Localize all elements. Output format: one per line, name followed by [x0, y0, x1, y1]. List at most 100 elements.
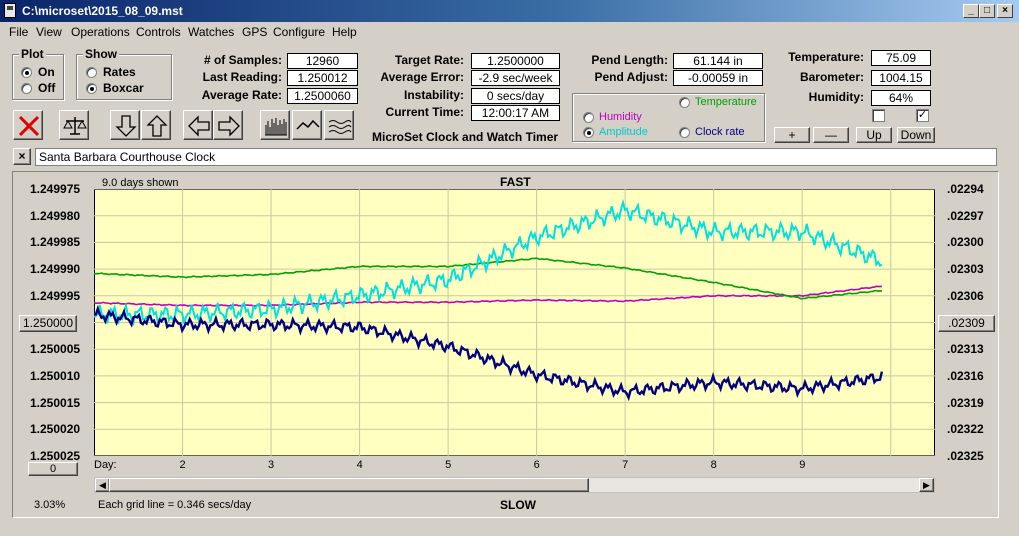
- menu-file[interactable]: File: [9, 25, 28, 39]
- left-tick-label: 1.249995: [30, 288, 81, 303]
- bar-graph-icon: [265, 118, 287, 136]
- arrow-down-button[interactable]: [110, 110, 140, 140]
- close-button[interactable]: ×: [997, 4, 1013, 18]
- balance-icon: [63, 117, 87, 135]
- plot-group-title: Plot: [19, 47, 46, 61]
- temperature-radio[interactable]: [679, 97, 690, 108]
- window-title: C:\microset\2015_08_09.mst: [22, 4, 183, 18]
- show-rates-radio[interactable]: [86, 67, 97, 78]
- temperature-option-label: Temperature: [695, 96, 757, 108]
- menu-help[interactable]: Help: [332, 25, 357, 39]
- line-graph-icon: [296, 119, 320, 130]
- instability-label: Instability:: [403, 88, 464, 102]
- last-reading-label: Last Reading:: [202, 70, 282, 84]
- target-rate-label: Target Rate:: [394, 53, 464, 67]
- left-center-button[interactable]: 1.250000: [19, 315, 77, 332]
- balance-button[interactable]: [59, 110, 89, 140]
- current-time-label: Current Time:: [385, 105, 464, 119]
- left-tick-label: 1.249975: [30, 182, 81, 196]
- minus-button[interactable]: —: [813, 127, 849, 143]
- x-tick-label: 5: [445, 459, 452, 471]
- pend-adjust-field: -0.00059 in: [673, 70, 763, 86]
- right-tick-label: .02313: [947, 342, 984, 357]
- checkbox-2[interactable]: ✓: [916, 109, 929, 122]
- scroll-thumb[interactable]: [109, 478, 589, 492]
- amplitude-option-label: Amplitude: [599, 126, 648, 138]
- fast-label: FAST: [500, 175, 531, 189]
- average-error-label: Average Error:: [380, 70, 464, 84]
- menu-bar: File View Operations Controls Watches GP…: [0, 22, 1019, 42]
- right-tick-label: .02297: [947, 208, 984, 223]
- line-graph-button[interactable]: [292, 110, 322, 140]
- right-tick-label: .02319: [947, 395, 984, 410]
- plot-on-radio[interactable]: [21, 67, 32, 78]
- clock-rate-radio[interactable]: [679, 127, 690, 138]
- app-caption: MicroSet Clock and Watch Timer: [372, 130, 559, 144]
- checkbox-1[interactable]: [872, 109, 885, 122]
- target-rate-field: 1.2500000: [471, 53, 560, 69]
- average-rate-field: 1.2500060: [287, 88, 358, 104]
- app-icon: [4, 3, 16, 18]
- barometer-label: Barometer:: [799, 70, 864, 84]
- show-boxcar-label: Boxcar: [103, 81, 144, 95]
- samples-label: # of Samples:: [203, 53, 282, 67]
- current-time-field: 12:00:17 AM: [471, 105, 560, 121]
- slow-label: SLOW: [500, 498, 536, 512]
- scroll-right-button[interactable]: ▶: [919, 478, 934, 492]
- left-tick-label: 1.250010: [30, 368, 81, 383]
- close-clock-button[interactable]: ×: [13, 148, 31, 165]
- arrow-down-icon: [115, 115, 137, 137]
- wave-graph-icon: [328, 120, 352, 134]
- menu-view[interactable]: View: [36, 25, 62, 39]
- menu-configure[interactable]: Configure: [273, 25, 325, 39]
- arrow-up-button[interactable]: [141, 110, 171, 140]
- pend-adjust-label: Pend Adjust:: [594, 70, 668, 84]
- arrow-right-button[interactable]: [213, 110, 243, 140]
- title-bar[interactable]: C:\microset\2015_08_09.mst _ □ ×: [0, 0, 1019, 22]
- right-tick-label: .02316: [947, 368, 984, 383]
- arrow-left-button[interactable]: [183, 110, 213, 140]
- wave-graph-button[interactable]: [324, 110, 354, 140]
- humidity-radio[interactable]: [583, 112, 594, 123]
- arrow-left-icon: [188, 115, 210, 137]
- cancel-button[interactable]: [13, 110, 43, 140]
- x-tick-label: 6: [533, 459, 540, 471]
- amplitude-radio[interactable]: [583, 127, 594, 138]
- x-tick-label: 9: [799, 459, 806, 471]
- horizontal-scrollbar[interactable]: ◀ ▶: [94, 477, 935, 493]
- clock-name-field[interactable]: Santa Barbara Courthouse Clock: [35, 148, 997, 166]
- right-center-button[interactable]: .02309: [938, 315, 995, 332]
- menu-controls[interactable]: Controls: [136, 25, 181, 39]
- right-tick-label: .02294: [947, 182, 984, 196]
- humidity-label: Humidity:: [808, 90, 864, 104]
- minimize-button[interactable]: _: [963, 4, 979, 18]
- left-tick-label: 1.249980: [30, 208, 81, 223]
- maximize-button[interactable]: □: [979, 4, 995, 18]
- menu-watches[interactable]: Watches: [188, 25, 234, 39]
- last-reading-field: 1.250012: [287, 70, 358, 86]
- left-tick-label: 1.250025: [30, 449, 81, 463]
- plot-off-radio[interactable]: [21, 83, 32, 94]
- menu-operations[interactable]: Operations: [71, 25, 130, 39]
- plus-button[interactable]: +: [774, 127, 810, 143]
- left-tick-label: 1.249990: [30, 262, 81, 277]
- scroll-left-button[interactable]: ◀: [95, 478, 110, 492]
- left-tick-label: 1.250015: [30, 395, 81, 410]
- menu-gps[interactable]: GPS: [242, 25, 267, 39]
- right-tick-label: .02300: [947, 235, 984, 250]
- bar-graph-button[interactable]: [260, 110, 290, 140]
- left-tick-label: 1.250005: [30, 342, 81, 357]
- plot-on-label: On: [38, 65, 55, 79]
- down-button[interactable]: Down: [897, 127, 935, 143]
- x-start-button[interactable]: 0: [28, 462, 78, 476]
- right-tick-label: .02303: [947, 262, 984, 277]
- x-tick-label: 8: [710, 459, 717, 471]
- humidity-option-label: Humidity: [599, 111, 642, 123]
- left-tick-label: 1.250020: [30, 422, 81, 437]
- x-tick-label: 7: [622, 459, 629, 471]
- show-boxcar-radio[interactable]: [86, 83, 97, 94]
- average-rate-label: Average Rate:: [201, 88, 282, 102]
- instability-field: 0 secs/day: [471, 88, 560, 104]
- pend-length-label: Pend Length:: [591, 53, 668, 67]
- up-button[interactable]: Up: [856, 127, 892, 143]
